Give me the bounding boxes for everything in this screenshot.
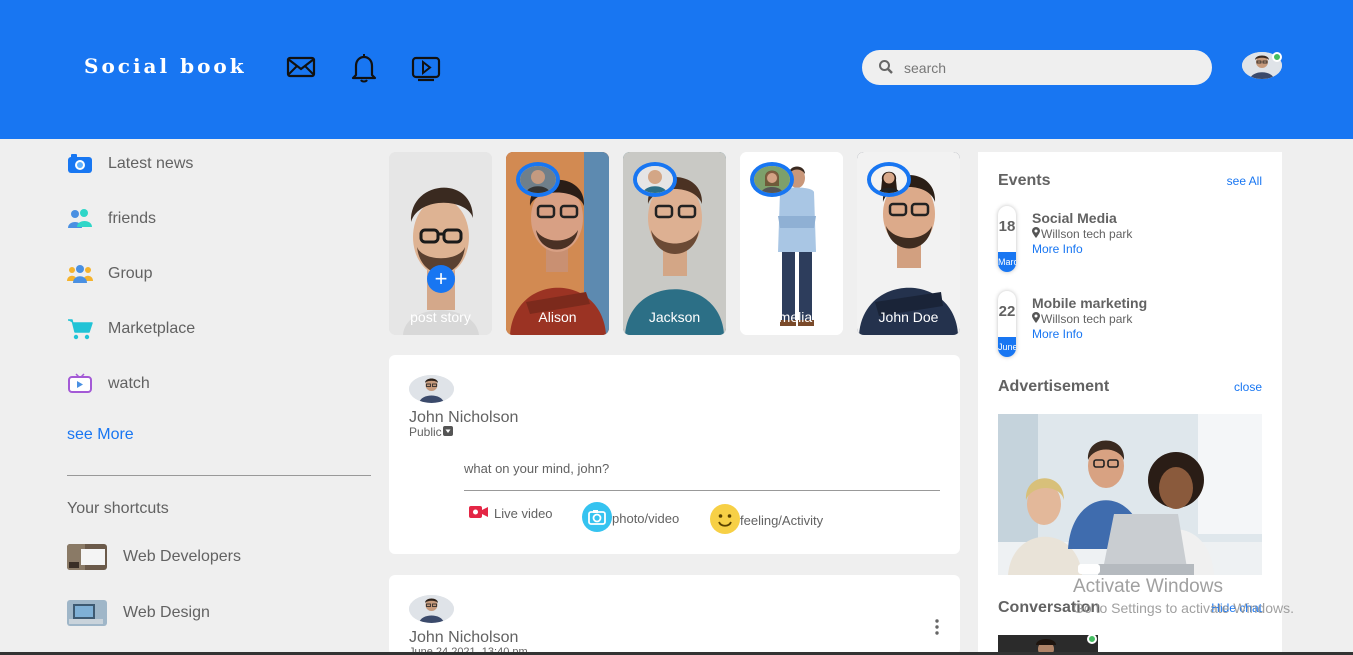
more-info-link[interactable]: More Info xyxy=(1032,327,1083,341)
online-indicator xyxy=(1272,52,1282,62)
tv-icon xyxy=(67,373,93,395)
event-title: Social Media xyxy=(1032,210,1117,226)
composer-prompt[interactable]: what on your mind, john? xyxy=(464,461,609,476)
photo-icon xyxy=(582,502,612,535)
shortcuts-heading: Your shortcuts xyxy=(67,500,169,517)
bell-icon[interactable] xyxy=(347,50,381,84)
sidebar-divider xyxy=(67,475,371,476)
story-amelia[interactable]: amelia xyxy=(740,152,843,335)
add-story-button[interactable]: + xyxy=(427,265,455,293)
sidebar-item-label: watch xyxy=(108,375,150,392)
search-input[interactable] xyxy=(904,58,1194,77)
story-avatar xyxy=(633,162,677,197)
sidebar-item-label: Group xyxy=(108,265,153,282)
live-video-button[interactable]: Live video xyxy=(469,505,553,522)
advertisement-heading: Advertisement xyxy=(998,378,1110,395)
events-heading: Events xyxy=(998,172,1051,189)
sidebar-item-label: Marketplace xyxy=(108,320,196,337)
logo[interactable]: Social book xyxy=(84,54,247,78)
story-label: Jackson xyxy=(648,309,701,325)
cart-icon xyxy=(67,318,93,340)
event-date: 22 June xyxy=(998,291,1016,357)
action-label: feeling/Activity xyxy=(740,513,824,528)
action-label: Live video xyxy=(494,506,553,521)
action-label: photo/video xyxy=(612,511,680,526)
top-header: Social book xyxy=(0,0,1353,139)
video-icon[interactable] xyxy=(409,50,443,84)
smiley-icon xyxy=(710,504,740,537)
event-location: Willson tech park xyxy=(1032,312,1132,326)
location-pin-icon xyxy=(1032,227,1040,241)
story-avatar xyxy=(750,162,794,197)
sidebar-item-latest-news[interactable]: Latest news xyxy=(67,152,193,176)
event-title: Mobile marketing xyxy=(1032,295,1148,311)
event-place: Willson tech park xyxy=(1041,227,1133,241)
windows-watermark-title: Activate Windows xyxy=(1073,576,1223,597)
story-label: Alison xyxy=(538,309,577,325)
sidebar-item-watch[interactable]: watch xyxy=(67,372,150,396)
sidebar-item-group[interactable]: Group xyxy=(67,262,152,286)
event-location: Willson tech park xyxy=(1032,227,1132,241)
story-alison[interactable]: Alison xyxy=(506,152,609,335)
event-item[interactable]: 22 June Mobile marketing Willson tech pa… xyxy=(998,291,1258,361)
windows-watermark-subtitle: Go to Settings to activate Windows. xyxy=(1073,600,1294,616)
shortcut-label: Web Design xyxy=(123,604,210,621)
event-date: 18 March xyxy=(998,206,1016,272)
event-month: June xyxy=(998,337,1016,357)
event-month: March xyxy=(998,252,1016,272)
see-more-link[interactable]: see More xyxy=(67,426,134,444)
story-john-doe[interactable]: John Doe xyxy=(857,152,960,335)
more-options-icon[interactable] xyxy=(935,619,939,640)
story-avatar xyxy=(516,162,560,197)
event-day: 22 xyxy=(998,303,1016,320)
story-jackson[interactable]: Jackson xyxy=(623,152,726,335)
event-item[interactable]: 18 March Social Media Willson tech park … xyxy=(998,206,1258,276)
group-icon xyxy=(67,263,93,285)
caret-down-icon xyxy=(442,425,453,439)
event-place: Willson tech park xyxy=(1041,312,1133,326)
avatar[interactable] xyxy=(409,375,454,403)
close-ad-link[interactable]: close xyxy=(1234,380,1262,394)
story-post[interactable]: + post story xyxy=(389,152,492,335)
story-label: post story xyxy=(410,309,471,325)
friends-icon xyxy=(67,208,93,230)
sidebar-item-label: friends xyxy=(108,210,157,227)
photo-video-button[interactable]: photo/video xyxy=(582,502,679,535)
feeling-activity-button[interactable]: feeling/Activity xyxy=(710,504,823,537)
privacy-label: Public xyxy=(409,425,442,439)
mail-icon[interactable] xyxy=(284,50,318,84)
live-video-icon xyxy=(469,505,488,522)
story-label: amelia xyxy=(770,309,813,325)
avatar[interactable] xyxy=(409,595,454,623)
story-label: John Doe xyxy=(878,309,939,325)
camera-icon xyxy=(67,153,93,175)
story-avatar xyxy=(867,162,911,197)
more-info-link[interactable]: More Info xyxy=(1032,242,1083,256)
story-image xyxy=(389,152,492,335)
shortcut-web-design[interactable]: Web Design xyxy=(67,599,210,627)
search-icon xyxy=(878,59,894,80)
event-day: 18 xyxy=(998,218,1016,235)
advertisement-image[interactable] xyxy=(998,414,1262,575)
composer-underline xyxy=(464,490,940,491)
sidebar-item-marketplace[interactable]: Marketplace xyxy=(67,317,195,341)
author-name[interactable]: John Nicholson xyxy=(409,629,518,647)
online-indicator xyxy=(1087,634,1097,644)
post-card: John Nicholson June 24 2021, 13:40 pm xyxy=(389,575,960,655)
shortcut-thumbnail xyxy=(67,544,107,570)
shortcut-web-developers[interactable]: Web Developers xyxy=(67,543,241,571)
see-all-events-link[interactable]: see All xyxy=(1227,174,1262,188)
sidebar-item-friends[interactable]: friends xyxy=(67,207,156,231)
sidebar-item-label: Latest news xyxy=(108,155,194,172)
privacy-selector[interactable]: Public xyxy=(409,425,453,439)
shortcut-label: Web Developers xyxy=(123,548,241,565)
post-composer: John Nicholson Public what on your mind,… xyxy=(389,355,960,554)
shortcut-thumbnail xyxy=(67,600,107,626)
search-bar[interactable] xyxy=(862,50,1212,85)
location-pin-icon xyxy=(1032,312,1040,326)
